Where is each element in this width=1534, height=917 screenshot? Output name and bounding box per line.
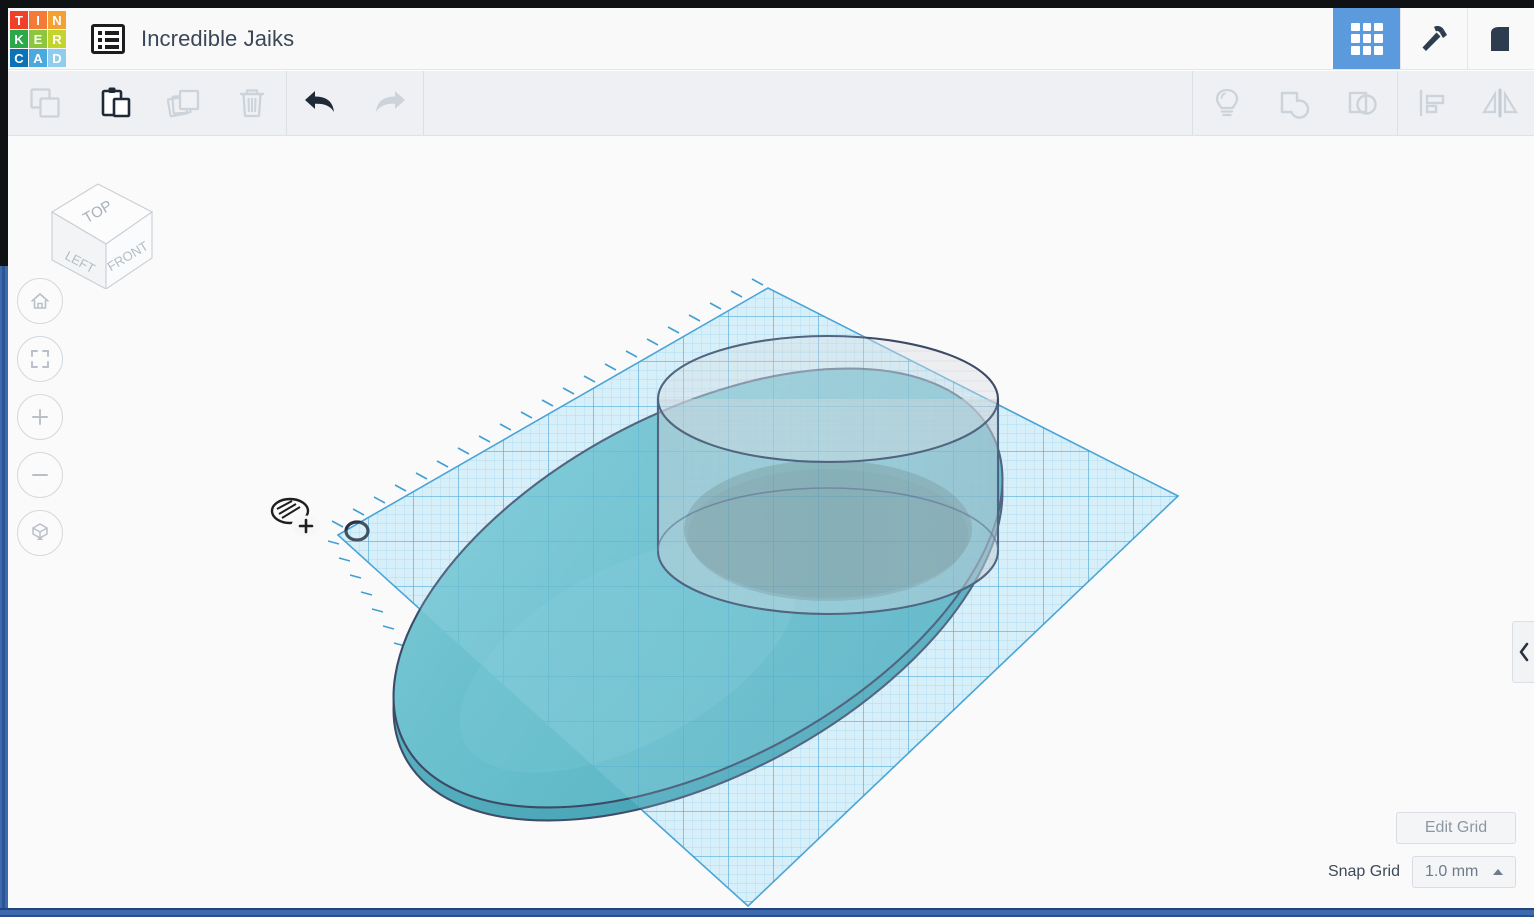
home-view-button[interactable] — [17, 278, 63, 324]
lightbulb-icon — [1215, 88, 1239, 117]
zoom-in-button[interactable] — [17, 394, 63, 440]
logo-cell: K — [10, 30, 28, 48]
minus-icon — [32, 474, 48, 476]
paste-icon — [101, 87, 131, 118]
redo-arrow-icon — [376, 91, 405, 112]
copy-icon — [30, 88, 60, 118]
logo-cell: C — [10, 49, 28, 67]
logo-cell: E — [29, 30, 47, 48]
navigation-controls — [17, 278, 63, 556]
trash-icon — [239, 89, 265, 118]
snap-grid-select[interactable]: 1.0 mm — [1412, 856, 1516, 888]
window-chrome-bottom-scrollbar[interactable] — [0, 908, 1534, 917]
code-blocks-button[interactable] — [1400, 8, 1467, 69]
view-cube[interactable]: TOP LEFT FRONT — [30, 154, 170, 291]
history-tools — [287, 71, 423, 135]
ungroup-shapes-icon — [1348, 91, 1377, 115]
zoom-out-button[interactable] — [17, 452, 63, 498]
logo-cell: T — [10, 11, 28, 29]
duplicate-button[interactable] — [150, 71, 218, 135]
snap-grid-row: Snap Grid 1.0 mm — [1328, 856, 1516, 888]
design-list-icon[interactable] — [91, 23, 125, 54]
tinkercad-app: Workplane TOP LEFT FRONT — [0, 0, 1534, 917]
logo-cell: D — [48, 49, 66, 67]
shapes-panel-toggle[interactable] — [1512, 621, 1534, 683]
hammer-icon — [1422, 25, 1447, 51]
notes-button[interactable] — [1193, 71, 1261, 135]
window-chrome-left-scrollbar[interactable] — [0, 266, 8, 917]
toolbar-separator — [423, 71, 424, 135]
snap-grid-value: 1.0 mm — [1425, 863, 1479, 880]
blocks-view-button[interactable] — [1333, 8, 1400, 69]
paste-button[interactable] — [82, 71, 150, 135]
app-header: T I N K E R C A D Incredible Jaiks — [8, 8, 1534, 70]
fit-to-view-icon — [31, 350, 49, 368]
3d-scene: Workplane — [327, 278, 1180, 908]
logo-cell: R — [48, 30, 66, 48]
group-button[interactable] — [1261, 71, 1329, 135]
workplane-cursor — [270, 494, 328, 549]
mirror-button[interactable] — [1466, 71, 1534, 135]
align-icon — [1419, 89, 1445, 117]
undo-arrow-icon — [305, 91, 334, 112]
redo-button[interactable] — [355, 71, 423, 135]
grid-controls: Edit Grid Snap Grid 1.0 mm — [1328, 812, 1516, 888]
window-chrome-left-dark — [0, 0, 8, 266]
window-chrome-top — [0, 0, 1534, 8]
chevron-left-icon — [1519, 642, 1528, 662]
title-group: Incredible Jaiks — [66, 8, 1333, 69]
workplane-overlay — [338, 288, 1178, 906]
align-button[interactable] — [1398, 71, 1466, 135]
logo-cell: A — [29, 49, 47, 67]
document-title[interactable]: Incredible Jaiks — [141, 26, 294, 52]
clipboard-tools — [8, 71, 286, 135]
grid-3x3-icon — [1351, 22, 1383, 55]
logo-cell: I — [29, 11, 47, 29]
edit-grid-button[interactable]: Edit Grid — [1396, 812, 1516, 844]
plus-icon — [32, 409, 48, 425]
edit-toolbar — [8, 71, 1534, 136]
tinkercad-logo[interactable]: T I N K E R C A D — [10, 11, 66, 67]
copy-button[interactable] — [8, 71, 82, 135]
chevron-up-icon — [1493, 869, 1503, 875]
logo-cell: N — [48, 11, 66, 29]
shape-icon — [1491, 26, 1509, 51]
ungroup-button[interactable] — [1329, 71, 1397, 135]
ortho-perspective-icon — [32, 523, 48, 540]
delete-button[interactable] — [218, 71, 286, 135]
home-icon — [31, 293, 49, 309]
mirror-flip-icon — [1482, 88, 1518, 118]
header-actions — [1333, 8, 1534, 69]
group-shapes-icon — [1280, 91, 1310, 119]
snap-grid-label: Snap Grid — [1327, 863, 1400, 880]
undo-button[interactable] — [287, 71, 355, 135]
3d-viewport[interactable]: Workplane TOP LEFT FRONT — [8, 136, 1534, 908]
shape-tool-button[interactable] — [1467, 8, 1534, 69]
shape-tools — [1193, 71, 1534, 135]
projection-toggle-button[interactable] — [17, 510, 63, 556]
duplicate-icon — [166, 89, 200, 118]
fit-all-button[interactable] — [17, 336, 63, 382]
